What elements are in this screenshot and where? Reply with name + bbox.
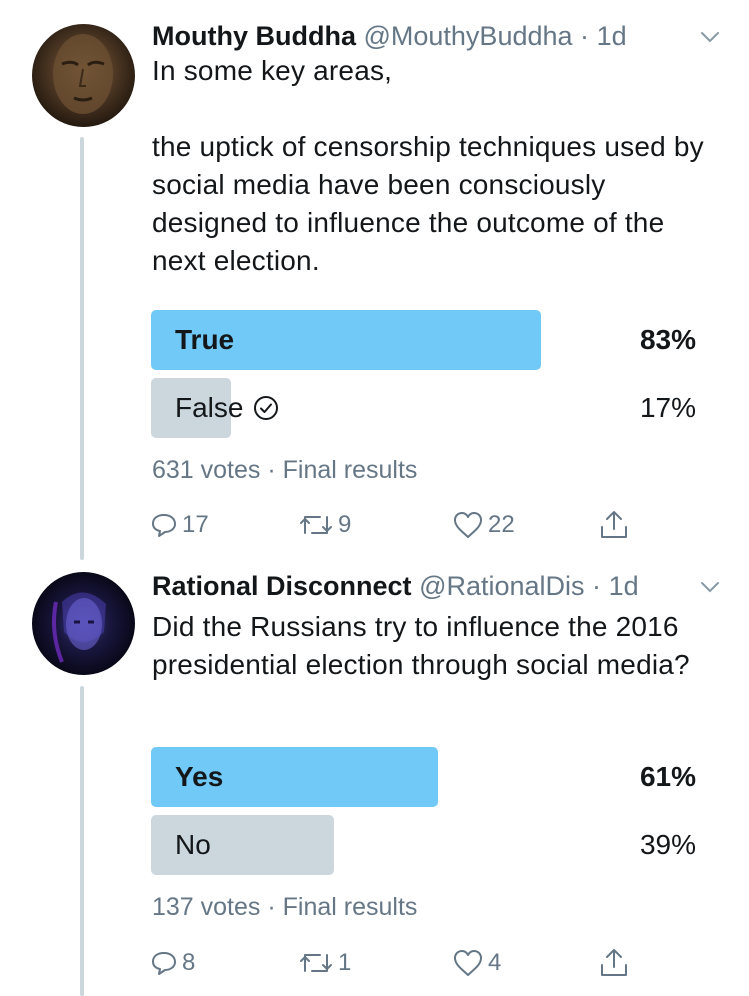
display-name[interactable]: Rational Disconnect xyxy=(152,571,412,601)
separator: · xyxy=(580,21,590,51)
retweet-count: 1 xyxy=(338,949,352,976)
vote-count: 137 votes xyxy=(152,893,261,921)
poll-percent: 61% xyxy=(639,761,696,792)
like-icon xyxy=(454,950,482,976)
display-name[interactable]: Mouthy Buddha xyxy=(152,21,356,51)
user-handle[interactable]: @RationalDis xyxy=(419,571,584,601)
reply-count: 8 xyxy=(182,949,196,976)
poll-meta: 137 votes · Final results xyxy=(152,890,417,924)
tweet-actions: 17 9 22 xyxy=(150,507,650,543)
like-count: 4 xyxy=(488,949,502,976)
reply-button[interactable]: 8 xyxy=(150,945,195,981)
poll-percent: 17% xyxy=(639,392,696,423)
retweet-button[interactable]: 9 xyxy=(298,507,351,543)
separator: · xyxy=(267,893,276,921)
poll-option-label: No xyxy=(175,829,211,860)
poll-status: Final results xyxy=(282,893,418,921)
like-button[interactable]: 4 xyxy=(452,945,501,981)
like-icon xyxy=(454,512,482,538)
timestamp[interactable]: 1d xyxy=(609,571,639,601)
poll-option: No 39% xyxy=(151,815,696,875)
retweet-button[interactable]: 1 xyxy=(298,945,351,981)
poll-option-label: False xyxy=(175,378,279,438)
tweet-2[interactable]: Rational Disconnect @RationalDis · 1d Di… xyxy=(0,560,749,996)
like-count: 22 xyxy=(488,511,515,538)
avatar[interactable] xyxy=(32,24,135,127)
tweet-text: Did the Russians try to influence the 20… xyxy=(152,611,690,680)
retweet-icon xyxy=(300,954,332,972)
poll-option: Yes 61% xyxy=(151,747,696,807)
tweet-actions: 8 1 4 xyxy=(150,945,650,981)
timestamp[interactable]: 1d xyxy=(597,21,627,51)
share-button[interactable] xyxy=(598,507,630,543)
tweet-1[interactable]: Mouthy Buddha @MouthyBuddha · 1d In some… xyxy=(0,0,749,560)
poll-option: False 17% xyxy=(151,378,696,438)
like-button[interactable]: 22 xyxy=(452,507,515,543)
tweet-header: Mouthy Buddha @MouthyBuddha · 1d xyxy=(152,16,725,56)
chevron-down-icon[interactable] xyxy=(699,576,721,598)
vote-count: 631 votes xyxy=(152,456,261,484)
reply-button[interactable]: 17 xyxy=(150,507,209,543)
poll-percent: 83% xyxy=(639,324,696,355)
share-button[interactable] xyxy=(598,945,630,981)
separator: · xyxy=(592,571,602,601)
check-circle-icon xyxy=(254,396,279,420)
poll-percent: 39% xyxy=(639,829,696,860)
tweet-text: In some key areas, the uptick of censors… xyxy=(152,55,704,276)
reply-count: 17 xyxy=(182,511,209,538)
reply-icon xyxy=(152,514,176,537)
share-icon xyxy=(601,949,627,976)
thread-line xyxy=(80,686,84,996)
poll-option: True 83% xyxy=(151,310,696,370)
poll-meta: 631 votes · Final results xyxy=(152,453,417,487)
retweet-icon xyxy=(300,516,332,534)
chevron-down-icon[interactable] xyxy=(699,26,721,48)
thread-line xyxy=(80,137,84,560)
poll-status: Final results xyxy=(282,456,418,484)
reply-icon xyxy=(152,952,176,975)
avatar[interactable] xyxy=(32,572,135,675)
poll-option-label: True xyxy=(175,324,235,355)
share-icon xyxy=(601,511,627,538)
poll-option-label: Yes xyxy=(175,761,224,792)
user-handle[interactable]: @MouthyBuddha xyxy=(363,21,572,51)
tweet-header: Rational Disconnect @RationalDis · 1d xyxy=(152,566,725,606)
retweet-count: 9 xyxy=(338,511,352,538)
separator: · xyxy=(267,456,276,484)
